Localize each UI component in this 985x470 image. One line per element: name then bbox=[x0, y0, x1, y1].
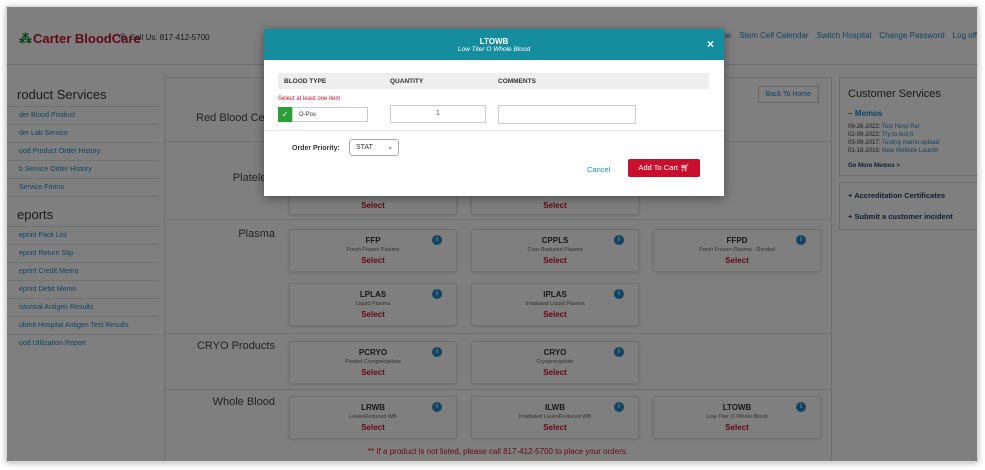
order-modal: LTOWB Low Titer O Whole Blood × BLOOD TY… bbox=[264, 29, 724, 196]
chevron-down-icon: ⌄ bbox=[387, 144, 393, 151]
quantity-input[interactable]: 1 bbox=[390, 105, 486, 123]
modal-title: LTOWB bbox=[479, 37, 509, 46]
add-to-cart-button[interactable]: Add To Cart 🛒︎ bbox=[628, 159, 700, 177]
order-priority-value: STAT bbox=[356, 144, 373, 151]
order-priority-label: Order Priority: bbox=[292, 145, 340, 152]
close-icon[interactable]: × bbox=[707, 37, 714, 51]
order-table-header: BLOOD TYPE QUANTITY COMMENTS bbox=[278, 73, 709, 89]
cart-icon: 🛒︎ bbox=[680, 163, 690, 172]
modal-subtitle: Low Titer O Whole Blood bbox=[457, 46, 531, 53]
col-comments: COMMENTS bbox=[498, 78, 536, 85]
order-priority-select[interactable]: STAT ⌄ bbox=[349, 139, 399, 156]
modal-header: LTOWB Low Titer O Whole Blood × bbox=[264, 29, 724, 60]
col-blood-type: BLOOD TYPE bbox=[284, 78, 327, 85]
add-to-cart-label: Add To Cart bbox=[638, 163, 678, 172]
blood-type-checkbox[interactable]: ✓ bbox=[278, 107, 292, 122]
validation-error: Select at least one item bbox=[278, 96, 341, 102]
comments-textarea[interactable] bbox=[498, 105, 636, 124]
cancel-button[interactable]: Cancel bbox=[587, 165, 610, 174]
modal-divider bbox=[264, 130, 724, 131]
blood-type-field[interactable]: O-Pos bbox=[292, 107, 368, 122]
col-quantity: QUANTITY bbox=[390, 78, 424, 85]
